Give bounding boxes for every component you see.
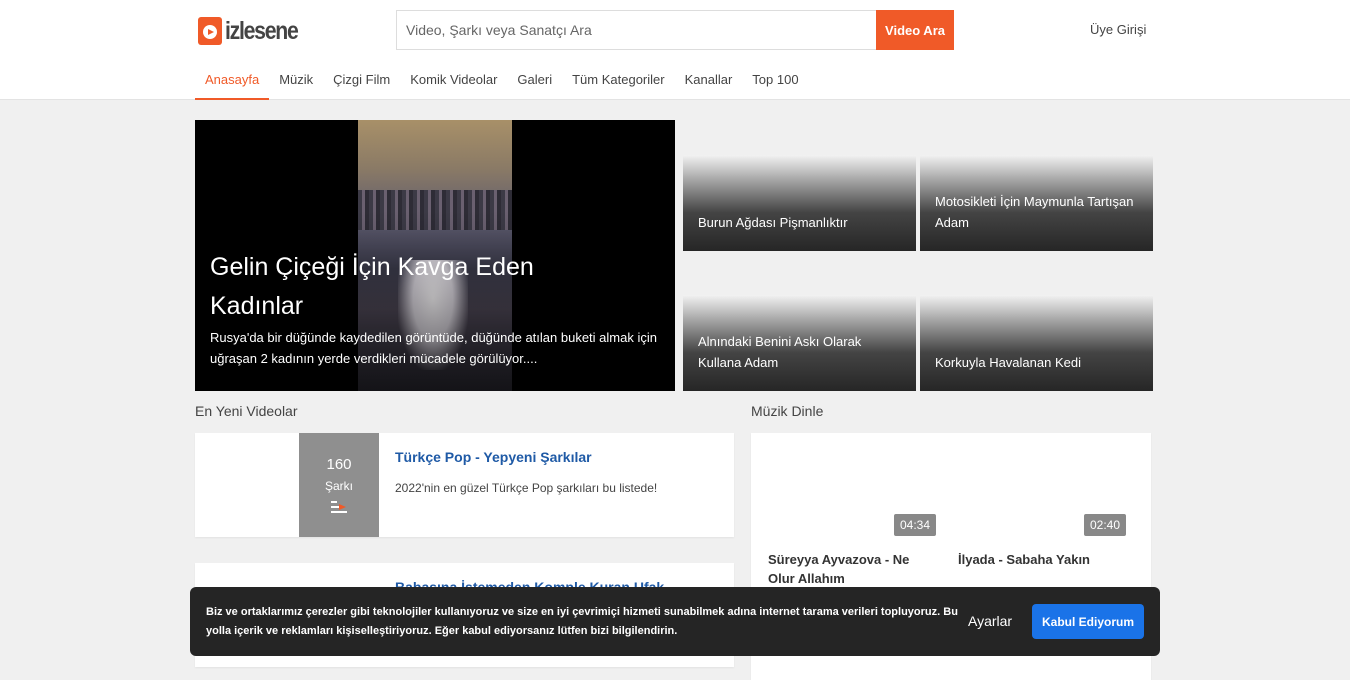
tile-title: Motosikleti İçin Maymunla Tartışan Adam <box>935 194 1134 230</box>
cookie-accept-button[interactable]: Kabul Ediyorum <box>1032 604 1144 639</box>
featured-title: Gelin Çiçeği İçin Kavga Eden Kadınlar <box>210 253 534 320</box>
playlist-description: 2022'nin en güzel Türkçe Pop şarkıları b… <box>395 481 658 495</box>
search-input[interactable] <box>396 10 876 50</box>
playlist-card[interactable]: 160 Şarkı Türkçe Pop - Yepyeni Şarkılar … <box>195 433 734 537</box>
nav-item-tum-kategoriler[interactable]: Tüm Kategoriler <box>562 62 674 100</box>
tile-title: Korkuyla Havalanan Kedi <box>935 355 1081 370</box>
search-bar: Video Ara <box>396 10 954 50</box>
nav-item-cizgi-film[interactable]: Çizgi Film <box>323 62 400 100</box>
duration-badge: 04:34 <box>894 514 937 536</box>
play-logo-icon <box>198 17 222 45</box>
section-title-music: Müzik Dinle <box>751 403 824 419</box>
nav-item-muzik[interactable]: Müzik <box>269 62 323 100</box>
playlist-count: 160 <box>326 456 352 473</box>
music-title[interactable]: İlyada - Sabaha Yakın <box>958 550 1138 569</box>
tile-title: Burun Ağdası Pişmanlıktır <box>698 215 848 230</box>
nav-item-top-100[interactable]: Top 100 <box>742 62 808 100</box>
playlist-thumbnail: 160 Şarkı <box>299 433 379 537</box>
site-header: izlesene Video Ara Üye Girişi Anasayfa M… <box>0 0 1350 100</box>
featured-tile[interactable]: Burun Ağdası Pişmanlıktır <box>683 155 916 251</box>
featured-description: Rusya'da bir düğünde kaydedilen görüntüd… <box>210 330 657 366</box>
cookie-banner: Biz ve ortaklarımız çerezler gibi teknol… <box>190 587 1160 656</box>
main-nav: Anasayfa Müzik Çizgi Film Komik Videolar… <box>195 62 809 100</box>
logo-text: izlesene <box>225 16 299 45</box>
featured-tile[interactable]: Alnındaki Benini Askı Olarak Kullana Ada… <box>683 295 916 391</box>
tile-title: Alnındaki Benini Askı Olarak Kullana Ada… <box>698 334 862 370</box>
search-button[interactable]: Video Ara <box>876 10 954 50</box>
nav-item-galeri[interactable]: Galeri <box>507 62 562 100</box>
featured-tile[interactable]: Motosikleti İçin Maymunla Tartışan Adam <box>920 155 1153 251</box>
music-title[interactable]: Süreyya Ayvazova - Ne Olur Allahım <box>768 550 938 588</box>
section-title-newest: En Yeni Videolar <box>195 403 298 419</box>
playlist-unit: Şarkı <box>324 479 353 493</box>
nav-item-anasayfa[interactable]: Anasayfa <box>195 62 270 100</box>
cookie-text: Biz ve ortaklarımız çerezler gibi teknol… <box>206 606 958 637</box>
login-link[interactable]: Üye Girişi <box>1090 22 1146 37</box>
featured-video[interactable]: Gelin Çiçeği İçin Kavga Eden Kadınlar Ru… <box>195 120 675 391</box>
featured-tile[interactable]: Korkuyla Havalanan Kedi <box>920 295 1153 391</box>
cookie-settings-button[interactable]: Ayarlar <box>968 613 1012 629</box>
nav-item-komik-videolar[interactable]: Komik Videolar <box>400 62 507 100</box>
playlist-icon <box>331 501 347 515</box>
site-logo[interactable]: izlesene <box>198 16 310 46</box>
nav-item-kanallar[interactable]: Kanallar <box>675 62 743 100</box>
duration-badge: 02:40 <box>1084 514 1127 536</box>
playlist-title[interactable]: Türkçe Pop - Yepyeni Şarkılar <box>395 449 592 465</box>
